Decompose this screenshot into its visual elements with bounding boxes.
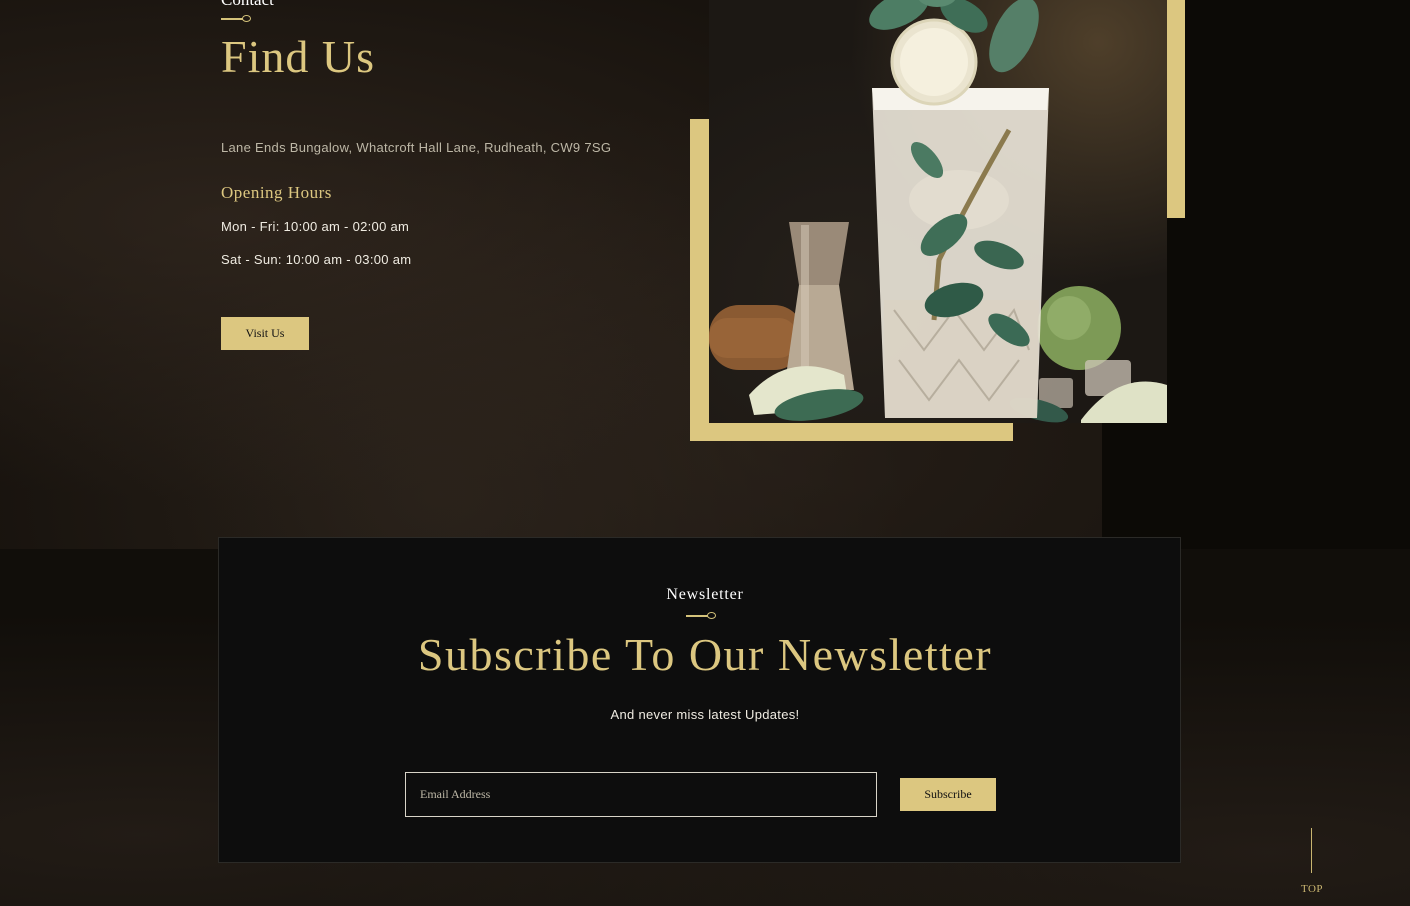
back-to-top-label: TOP bbox=[1300, 883, 1324, 895]
newsletter-title: Subscribe To Our Newsletter bbox=[417, 629, 993, 680]
opening-hours-title: Opening Hours bbox=[221, 183, 332, 202]
spoon-divider-icon bbox=[221, 15, 251, 23]
back-to-top-link[interactable]: TOP bbox=[1296, 828, 1328, 898]
hours-weekdays: Mon - Fri: 10:00 am - 02:00 am bbox=[221, 219, 410, 234]
top-line-icon bbox=[1311, 828, 1312, 873]
find-us-title: Find Us bbox=[221, 31, 375, 82]
gold-frame-bottom bbox=[690, 423, 1013, 441]
subscribe-button[interactable]: Subscribe bbox=[900, 778, 996, 811]
newsletter-subtitle: And never miss latest Updates! bbox=[610, 707, 800, 722]
gold-frame-right bbox=[1167, 0, 1185, 218]
newsletter-eyebrow: Newsletter bbox=[666, 586, 744, 603]
address-text: Lane Ends Bungalow, Whatcroft Hall Lane,… bbox=[221, 140, 612, 155]
cocktail-photo bbox=[709, 0, 1167, 423]
email-input[interactable] bbox=[405, 772, 877, 817]
hours-weekend: Sat - Sun: 10:00 am - 03:00 am bbox=[221, 252, 412, 267]
spoon-divider-icon bbox=[686, 612, 716, 620]
visit-us-button[interactable]: Visit Us bbox=[221, 317, 309, 350]
contact-eyebrow: Contact bbox=[221, 0, 274, 10]
cocktail-illustration bbox=[709, 0, 1167, 423]
gold-frame-left bbox=[690, 119, 709, 441]
